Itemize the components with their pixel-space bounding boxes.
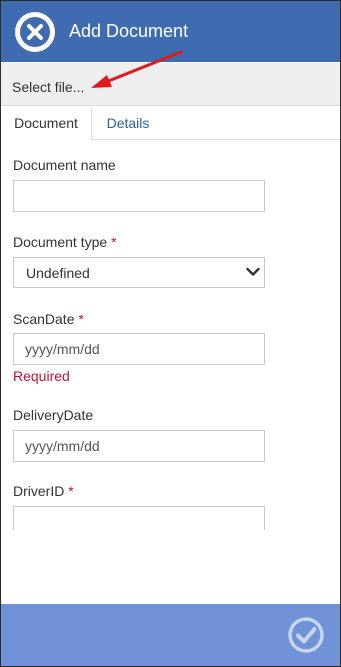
scan-date-field[interactable] [13, 333, 265, 365]
document-type-label: Document type * [13, 234, 117, 250]
required-mark: * [78, 311, 84, 327]
document-type-select[interactable]: Undefined [13, 257, 265, 288]
footer-bar [1, 604, 340, 666]
close-icon [20, 17, 50, 47]
annotation-arrow-icon [91, 50, 183, 88]
confirm-button[interactable] [287, 616, 325, 654]
driver-id-clip [13, 506, 265, 530]
page-title: Add Document [69, 21, 189, 41]
tab-details[interactable]: Details [93, 107, 163, 140]
driver-id-field[interactable] [13, 506, 265, 530]
add-document-panel: Add Document Select file... Document Det… [0, 0, 341, 667]
chevron-down-icon [246, 267, 260, 276]
scan-date-label-text: ScanDate [13, 311, 75, 327]
required-mark: * [111, 234, 117, 250]
close-button[interactable] [15, 12, 55, 52]
driver-id-label-text: DriverID [13, 483, 65, 499]
check-circle-icon [288, 617, 324, 653]
driver-id-label: DriverID * [13, 483, 74, 499]
document-type-value: Undefined [26, 265, 90, 281]
tab-document[interactable]: Document [1, 107, 92, 140]
select-file-label: Select file... [12, 79, 85, 95]
scan-date-label: ScanDate * [13, 311, 84, 327]
required-mark: * [68, 483, 74, 499]
document-name-field[interactable] [13, 180, 265, 212]
scan-date-error: Required [13, 368, 70, 384]
delivery-date-field[interactable] [13, 430, 265, 462]
delivery-date-label: DeliveryDate [13, 407, 94, 423]
document-name-label: Document name [13, 157, 116, 173]
tab-bar: Document Details [1, 107, 340, 140]
document-type-label-text: Document type [13, 234, 108, 250]
